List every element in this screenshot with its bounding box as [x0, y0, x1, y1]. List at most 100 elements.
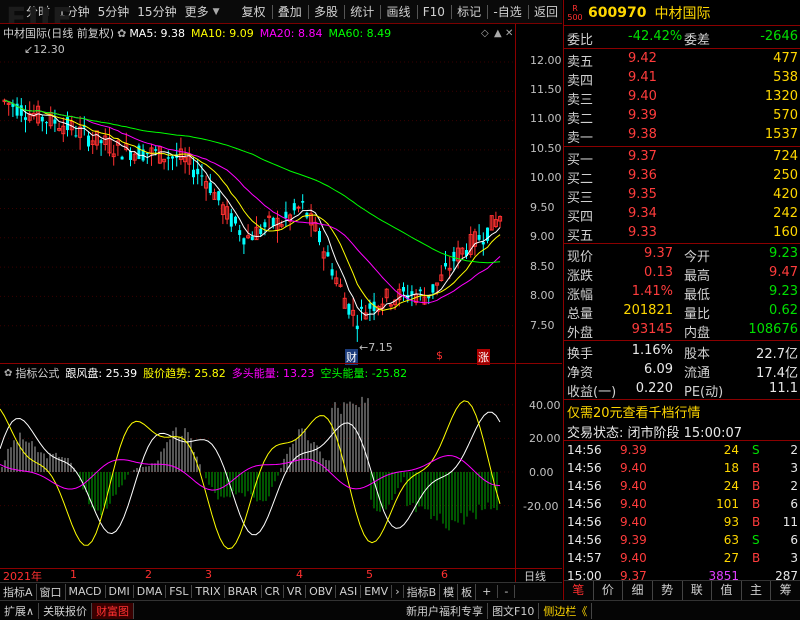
- tab-dma[interactable]: DMA: [134, 585, 167, 598]
- self-select-button[interactable]: -自选: [489, 3, 525, 20]
- ask-row[interactable]: 卖一 9.38 1537: [564, 126, 800, 146]
- promo-text[interactable]: 仅需20元查看千档行情: [567, 402, 701, 421]
- wealth-chart-tab[interactable]: 财富图: [92, 602, 135, 619]
- quote-tab[interactable]: 价: [594, 581, 624, 600]
- tab-indicator-a[interactable]: 指标A: [0, 583, 37, 600]
- scroll-right-icon[interactable]: ›: [392, 585, 404, 598]
- stat-label: 涨跌: [567, 269, 594, 284]
- quote-tab[interactable]: 筹: [771, 581, 800, 600]
- tick-row: 14:56 9.40 101 B 6: [564, 496, 800, 514]
- tab-board[interactable]: 板: [458, 583, 477, 600]
- candle-body: [171, 156, 174, 159]
- bid-volume: 160: [773, 225, 798, 240]
- candle-body: [418, 289, 422, 292]
- tab-cr[interactable]: CR: [262, 585, 284, 598]
- expand-button[interactable]: 扩展∧: [0, 602, 40, 619]
- quote-tab[interactable]: 主: [742, 581, 772, 600]
- close-icon[interactable]: ✕: [505, 28, 513, 39]
- quote-tab[interactable]: 值: [712, 581, 742, 600]
- date-axis: 2021年 1 2 3 4 5 6 日线: [0, 568, 562, 583]
- indicator-title: ✿ 指标公式 跟风盘: 25.39 股价趋势: 25.82 多头能量: 13.2…: [0, 364, 515, 382]
- weibi-label: 委比: [567, 33, 594, 48]
- stat-label: 内盘: [684, 326, 711, 341]
- bid-row[interactable]: 买四 9.34 242: [564, 205, 800, 225]
- tab-macd[interactable]: MACD: [66, 585, 106, 598]
- tab-window[interactable]: 窗口: [37, 583, 66, 600]
- multi-stock-button[interactable]: 多股: [310, 3, 342, 20]
- f10-graphic-button[interactable]: 图文F10: [488, 602, 540, 619]
- tab-fenshi[interactable]: 分时: [22, 3, 54, 20]
- bid-row[interactable]: 买三 9.35 420: [564, 186, 800, 206]
- tab-5min[interactable]: 5分钟: [94, 3, 134, 20]
- tab-fsl[interactable]: FSL: [166, 585, 193, 598]
- stats-button[interactable]: 统计: [346, 3, 378, 20]
- tick-volume: 18: [723, 461, 739, 475]
- quote-tab[interactable]: 笔: [564, 581, 594, 600]
- up-arrow-icon[interactable]: ▲: [494, 28, 502, 39]
- candle-body: [87, 135, 90, 147]
- quote-tab[interactable]: 势: [653, 581, 683, 600]
- tab-more[interactable]: 更多: [181, 3, 213, 20]
- related-quote-tab[interactable]: 关联报价: [39, 602, 93, 619]
- tab-vr[interactable]: VR: [284, 585, 307, 598]
- tab-15min[interactable]: 15分钟: [133, 3, 180, 20]
- stock-name: 中材国际: [654, 5, 711, 22]
- draw-line-button[interactable]: 画线: [383, 3, 415, 20]
- ask-price: 9.40: [628, 89, 657, 104]
- stat-row: 换手 1.16% 股本 22.7亿: [564, 342, 800, 362]
- ask-volume: 1320: [764, 89, 798, 104]
- ask-row[interactable]: 卖三 9.40 1320: [564, 88, 800, 108]
- quote-tab[interactable]: 细: [623, 581, 653, 600]
- bid-row[interactable]: 买一 9.37 724: [564, 148, 800, 168]
- tab-1min[interactable]: 1分钟: [54, 3, 94, 20]
- stock-code: 600970: [588, 4, 647, 21]
- price-chart[interactable]: [0, 42, 515, 362]
- ask-price: 9.39: [628, 108, 657, 123]
- zoom-in-button[interactable]: +: [476, 585, 499, 598]
- tab-brar[interactable]: BRAR: [225, 585, 262, 598]
- diamond-icon[interactable]: ◇: [481, 28, 489, 39]
- dropdown-arrow-icon[interactable]: ▼: [213, 7, 220, 17]
- candle-body: [368, 303, 372, 309]
- indicator-toggle-icon[interactable]: ✿: [4, 368, 12, 379]
- indicator-chart[interactable]: [0, 382, 515, 568]
- weicha-label: 委差: [684, 33, 711, 48]
- candle-body: [263, 222, 267, 228]
- back-button[interactable]: 返回: [530, 3, 562, 20]
- tab-trix[interactable]: TRIX: [192, 585, 225, 598]
- stat-value: 0.13: [644, 265, 673, 280]
- tab-template[interactable]: 模: [440, 583, 459, 600]
- zoom-out-button[interactable]: -: [498, 585, 516, 598]
- bid-level-label: 买一: [567, 153, 594, 168]
- ask-row[interactable]: 卖五 9.42 477: [564, 50, 800, 70]
- new-user-promo[interactable]: 新用户福利专享: [402, 602, 489, 619]
- main-chart-title: 中材国际(日线 前复权) ✿ MA5: 9.38 MA10: 9.09 MA20…: [0, 24, 515, 42]
- promo-row[interactable]: 仅需20元查看千档行情: [564, 401, 800, 421]
- ask-row[interactable]: 卖四 9.41 538: [564, 69, 800, 89]
- top-toolbar: FIJE 分时 1分钟 5分钟 15分钟 更多 ▼ 复权 叠加 多股 统计 画线…: [0, 0, 562, 24]
- mark-button[interactable]: 标记: [453, 3, 485, 20]
- bid-row[interactable]: 买二 9.36 250: [564, 167, 800, 187]
- tab-indicator-b[interactable]: 指标B: [404, 583, 441, 600]
- fuquan-button[interactable]: 复权: [238, 3, 270, 20]
- ask-row[interactable]: 卖二 9.39 570: [564, 107, 800, 127]
- tick-direction: B: [752, 515, 761, 529]
- bid-row[interactable]: 买五 9.33 160: [564, 224, 800, 244]
- overlay-button[interactable]: 叠加: [274, 3, 306, 20]
- dividend-marker[interactable]: $: [436, 349, 443, 362]
- gear-icon[interactable]: ✿: [117, 27, 126, 40]
- stat-label: 流通: [684, 366, 711, 381]
- candle-body: [259, 228, 263, 235]
- stat-value: 6.09: [644, 362, 673, 377]
- indicator-name[interactable]: 指标公式: [15, 365, 59, 381]
- tab-obv[interactable]: OBV: [306, 585, 337, 598]
- quote-tabs: 笔价细势联值主筹: [564, 580, 800, 600]
- tab-dmi[interactable]: DMI: [106, 585, 134, 598]
- sidebar-button[interactable]: 侧边栏《: [539, 602, 593, 619]
- quote-tab[interactable]: 联: [683, 581, 713, 600]
- tab-asi[interactable]: ASI: [336, 585, 362, 598]
- ask-price: 9.38: [628, 127, 657, 142]
- f10-button[interactable]: F10: [419, 5, 449, 19]
- tick-price: 9.40: [620, 551, 647, 565]
- tab-emv[interactable]: EMV: [361, 585, 393, 598]
